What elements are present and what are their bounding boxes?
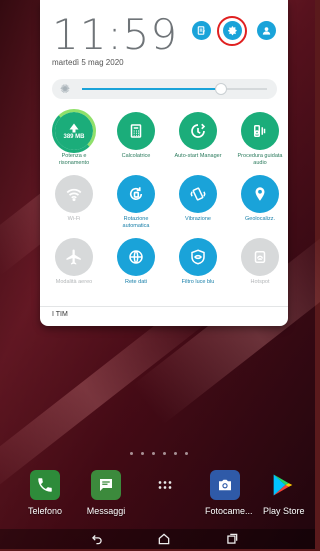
date: martedì 5 mag 2020 xyxy=(52,58,124,67)
tile-wifi[interactable]: Wi-Fi xyxy=(44,175,104,223)
tile-location[interactable]: Geolocalizz. xyxy=(230,175,290,223)
tile-label: Modalità aereo xyxy=(55,279,93,285)
boost-memory-label: 389 MB xyxy=(63,134,85,140)
airplane-icon xyxy=(55,238,93,276)
tile-label: Potenza e risonamento xyxy=(58,153,90,166)
carrier-label: I TIM xyxy=(52,311,68,318)
brightness-track[interactable] xyxy=(82,83,267,95)
messages-icon xyxy=(91,470,121,500)
hotspot-icon xyxy=(241,238,279,276)
user-account-icon[interactable] xyxy=(257,21,276,40)
dock-app-camera[interactable]: Fotocame... xyxy=(205,470,253,516)
tile-label: Rotazione automatica xyxy=(122,216,150,229)
settings-highlight-circle xyxy=(217,16,247,46)
play-store-icon xyxy=(268,470,298,500)
dock-app-drawer[interactable] xyxy=(145,470,185,500)
app-drawer-icon xyxy=(150,470,180,500)
clock: 11:59 xyxy=(52,10,179,59)
page-dot xyxy=(152,452,155,455)
calculator-icon xyxy=(117,112,155,150)
tile-label: Filtro luce blu xyxy=(181,279,215,285)
tile-autostart-manager[interactable]: Auto-start Manager xyxy=(168,112,228,160)
tile-label: Rete dati xyxy=(124,279,147,285)
brightness-slider[interactable]: ✺ xyxy=(52,79,277,99)
tile-hotspot[interactable]: Hotspot xyxy=(230,238,290,286)
dock-label: Fotocame... xyxy=(205,506,253,516)
page-dot xyxy=(185,452,188,455)
dock-label: Messaggi xyxy=(86,506,126,516)
tile-label: Calcolatrice xyxy=(121,153,151,159)
vibration-icon xyxy=(179,175,217,213)
tile-label: Hotspot xyxy=(250,279,270,285)
page-dot xyxy=(174,452,177,455)
home-icon[interactable] xyxy=(157,532,171,551)
boost-icon: 389 MB xyxy=(52,109,96,153)
page-dot xyxy=(141,452,144,455)
tile-boost[interactable]: 389 MB Potenza e risonamento xyxy=(44,109,104,166)
page-indicator xyxy=(130,452,188,455)
recents-icon[interactable] xyxy=(225,532,239,551)
mobile-data-icon xyxy=(117,238,155,276)
tile-mobile-data[interactable]: Rete dati xyxy=(106,238,166,286)
auto-rotate-icon xyxy=(117,175,155,213)
autostart-icon xyxy=(179,112,217,150)
phone-icon xyxy=(30,470,60,500)
navigation-bar xyxy=(0,529,315,549)
tile-label: Auto-start Manager xyxy=(174,153,222,159)
tile-calculator[interactable]: Calcolatrice xyxy=(106,112,166,160)
back-icon[interactable] xyxy=(90,532,104,551)
brightness-icon: ✺ xyxy=(59,82,71,96)
dock-label: Telefono xyxy=(27,506,63,516)
tile-vibration[interactable]: Vibrazione xyxy=(168,175,228,223)
tile-label: Wi-Fi xyxy=(67,216,81,222)
tile-audio-wizard[interactable]: Procedura guidata audio xyxy=(230,112,290,166)
page-dot xyxy=(130,452,133,455)
location-icon xyxy=(241,175,279,213)
camera-icon xyxy=(210,470,240,500)
wifi-icon xyxy=(55,175,93,213)
tile-airplane-mode[interactable]: Modalità aereo xyxy=(44,238,104,286)
boost-ring xyxy=(52,109,96,153)
dock-label: Play Store xyxy=(263,506,305,516)
tile-label: Procedura guidata audio xyxy=(237,153,283,166)
brightness-knob[interactable] xyxy=(214,83,227,95)
dock-app-messages[interactable]: Messaggi xyxy=(86,470,126,516)
brightness-fill xyxy=(82,88,221,90)
tile-blue-light-filter[interactable]: Filtro luce blu xyxy=(168,238,228,286)
tile-label: Vibrazione xyxy=(185,216,211,222)
blue-light-filter-icon xyxy=(179,238,217,276)
dock-app-phone[interactable]: Telefono xyxy=(25,470,65,516)
audio-wizard-icon xyxy=(241,112,279,150)
panel-divider xyxy=(40,306,288,307)
notes-icon[interactable] xyxy=(192,21,211,40)
page-dot xyxy=(163,452,166,455)
tile-auto-rotate[interactable]: Rotazione automatica xyxy=(106,175,166,229)
tile-label: Geolocalizz. xyxy=(245,216,275,222)
dock-app-play-store[interactable]: Play Store xyxy=(263,470,305,516)
